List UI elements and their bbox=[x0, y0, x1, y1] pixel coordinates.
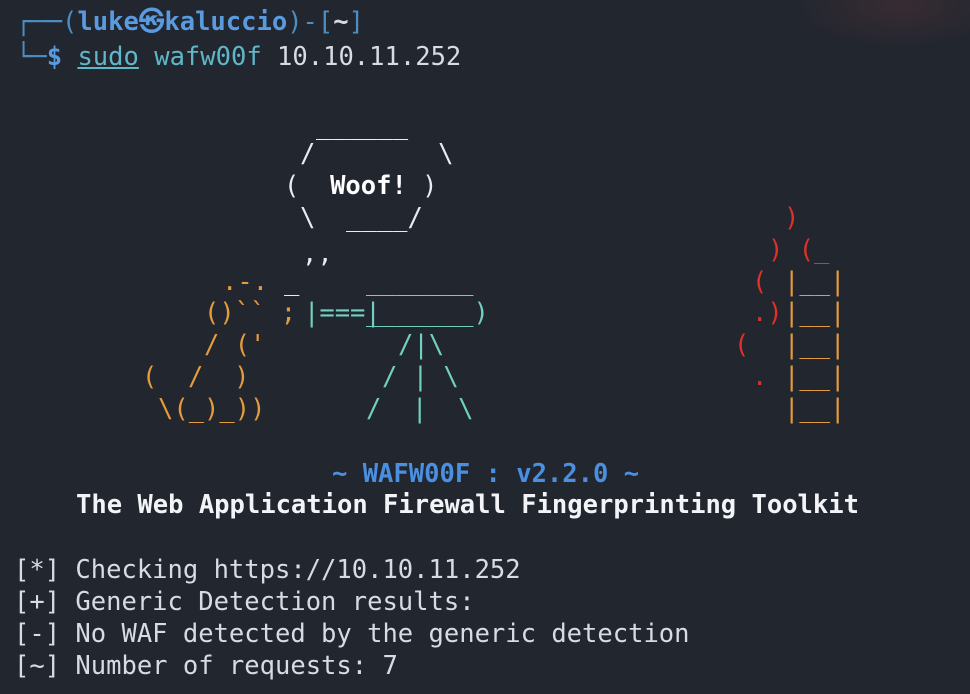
output-line: [+] Generic Detection results: bbox=[14, 587, 475, 617]
dog-ears: .-. bbox=[222, 267, 269, 297]
wall-row-2: |__| bbox=[784, 298, 846, 328]
prompt-user: luke bbox=[77, 7, 139, 37]
banner-version: ~ WAFW00F : v2.2.0 ~ bbox=[332, 459, 640, 489]
prompt-line-1: ┌──(luke㉿kaluccio)-[~] bbox=[16, 6, 364, 38]
bubble-line-3: ( Woof! ) bbox=[284, 170, 438, 202]
fire-flame-3: ( bbox=[752, 267, 768, 297]
prompt-frame-mid: )-[ bbox=[287, 7, 334, 37]
prompt-frame-end: ] bbox=[348, 7, 364, 37]
prompt-host: kaluccio bbox=[164, 7, 288, 37]
bubble-text: Woof! bbox=[330, 171, 407, 201]
bubble-close: ) bbox=[406, 171, 438, 201]
prompt-line-2: └─$ sudo wafw00f 10.10.11.252 bbox=[16, 41, 461, 73]
fire-flame-5: ( bbox=[734, 330, 750, 360]
bubble-line-4: \ ____/ bbox=[300, 203, 423, 233]
fire-flame-1: ) bbox=[784, 203, 800, 233]
dog-head-eyes: `` bbox=[234, 298, 266, 328]
cannon-top: _______ bbox=[366, 267, 474, 297]
tripod-row-2: / | \ bbox=[382, 362, 459, 392]
output-line: [*] Checking https://10.10.11.252 bbox=[14, 555, 521, 585]
dog-head: ()`` ; bbox=[204, 297, 296, 329]
dog-paws: \(_)_)) bbox=[158, 394, 266, 424]
bubble-line-2: / \ bbox=[300, 139, 454, 169]
prompt-frame-top: ┌──( bbox=[16, 7, 78, 37]
output-line: [-] No WAF detected by the generic detec… bbox=[14, 619, 690, 649]
terminal-window[interactable]: ┌──(luke㉿kaluccio)-[~] └─$ sudo wafw00f … bbox=[0, 0, 970, 694]
dog-head-nose: ; bbox=[280, 298, 297, 328]
banner-title: The Web Application Firewall Fingerprint… bbox=[76, 490, 859, 520]
tripod-row-3: / | \ bbox=[366, 394, 474, 424]
bubble-open: ( bbox=[284, 171, 331, 201]
dog-head-left: () bbox=[204, 298, 235, 328]
wall-row-4: |__| bbox=[784, 362, 846, 392]
dog-neck: / (' bbox=[204, 330, 266, 360]
corner-glow-decoration bbox=[790, 0, 970, 50]
output-line: [~] Number of requests: 7 bbox=[14, 651, 398, 681]
fire-flame-6: . bbox=[752, 362, 768, 392]
bubble-tail: ,, bbox=[302, 239, 333, 269]
prompt-cwd: ~ bbox=[333, 7, 349, 37]
command-sudo[interactable]: sudo bbox=[77, 42, 138, 72]
wall-row-1: |__| bbox=[784, 267, 846, 297]
prompt-frame-bottom: └─ bbox=[16, 42, 47, 72]
prompt-at-icon: ㉿ bbox=[138, 7, 165, 37]
command-argument: 10.10.11.252 bbox=[277, 42, 462, 72]
wall-row-3: |__| bbox=[784, 330, 846, 360]
fire-flame-2: ) (_ bbox=[768, 235, 830, 265]
cannon-body: _______) bbox=[366, 298, 489, 328]
command-wafw00f: wafw00f bbox=[154, 42, 262, 72]
dog-body: ( / ) bbox=[142, 362, 250, 392]
fire-flame-4: .) bbox=[752, 298, 783, 328]
prompt-dollar: $ bbox=[46, 42, 63, 72]
dog-tick: _ bbox=[284, 267, 300, 297]
wall-row-5: |__| bbox=[784, 394, 846, 424]
tripod-row-1: /|\ bbox=[398, 330, 445, 360]
